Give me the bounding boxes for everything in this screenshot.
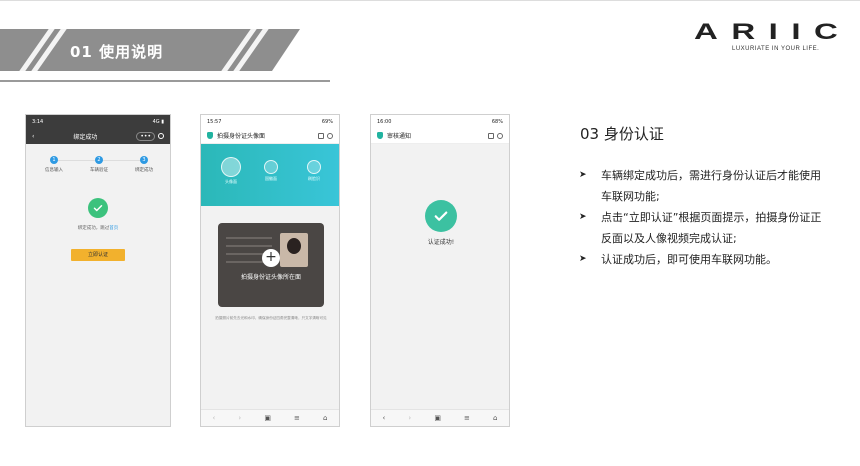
nav-bar: 审核通知 — [371, 128, 509, 144]
forward-icon[interactable]: › — [238, 414, 241, 422]
status-battery: 68% — [491, 118, 503, 125]
more-menu-button[interactable]: ••• — [136, 131, 155, 141]
step-item: 2 车辆验证 — [79, 156, 119, 173]
nav-icons — [318, 132, 333, 139]
bind-success-message: 绑定成功，跳过首页 — [26, 225, 170, 231]
section-title: 03 身份认证 — [580, 125, 664, 143]
slide: 01 使用说明 ARIIC LUXURIATE IN YOUR LIFE. 3:… — [0, 0, 860, 466]
id-back-icon — [264, 160, 278, 174]
brand-logo: ARIIC LUXURIATE IN YOUR LIFE. — [694, 19, 844, 52]
nav-title: 审核通知 — [387, 133, 412, 140]
verify-success-message: 认证成功! — [427, 239, 455, 246]
face-scan-icon — [307, 160, 321, 174]
status-bar: 16:00 68% — [371, 115, 509, 128]
capture-step-front: 头像面 — [216, 157, 246, 185]
phone-screenshot-bind-success: 3:14 4G ▮ ‹ 绑定成功 ••• 1 信息输入 2 车辆验证 3 绑定成… — [25, 114, 171, 427]
instruction-item: 车辆绑定成功后，需进行身份认证后才能使用车联网功能; — [579, 165, 829, 207]
logo-tagline: LUXURIATE IN YOUR LIFE. — [732, 46, 820, 52]
tabs-icon[interactable]: ▣ — [434, 414, 441, 422]
refresh-icon[interactable] — [327, 132, 333, 139]
step-number: 2 — [95, 156, 103, 164]
logo-wordmark: ARIIC — [694, 19, 852, 44]
status-time: 16:00 — [377, 118, 392, 125]
status-bar: 3:14 4G ▮ — [26, 115, 170, 128]
status-time: 15:57 — [207, 118, 222, 125]
menu-icon[interactable]: ≡ — [294, 414, 300, 422]
status-bar: 15:57 69% — [201, 115, 339, 128]
forward-icon[interactable]: › — [408, 414, 411, 422]
bookmark-icon[interactable] — [318, 132, 324, 139]
instruction-item: 点击“立即认证”根据页面提示，拍摄身份证正反面以及人像视频完成认证; — [579, 207, 829, 249]
verify-now-button[interactable]: 立即认证 — [71, 249, 125, 261]
phone-screenshot-id-capture: 15:57 69% 拍摄身份证头像面 头像面 国徽面 刷脸识 + 拍摄身份证头像… — [200, 114, 340, 427]
nav-title: 绑定成功 — [73, 133, 98, 141]
instruction-list: 车辆绑定成功后，需进行身份认证后才能使用车联网功能; 点击“立即认证”根据页面提… — [579, 165, 829, 270]
step-label: 信息输入 — [45, 168, 63, 173]
phone-screenshot-verify-success: 16:00 68% 审核通知 认证成功! ‹ › ▣ ≡ ⌂ — [370, 114, 510, 427]
capture-steps-band: 头像面 国徽面 刷脸识 — [201, 144, 339, 206]
browser-bottom-bar: ‹ › ▣ ≡ ⌂ — [371, 409, 509, 426]
browser-bottom-bar: ‹ › ▣ ≡ ⌂ — [201, 409, 339, 426]
success-check-icon — [425, 200, 457, 232]
bind-success-text: 绑定成功，跳过 — [77, 226, 110, 231]
status-time: 3:14 — [32, 118, 44, 125]
capture-step-face: 刷脸识 — [299, 160, 329, 182]
step-label: 绑定成功 — [135, 168, 153, 173]
page-title: 01 使用说明 — [70, 43, 164, 61]
nav-title: 拍摄身份证头像面 — [217, 133, 266, 140]
bookmark-icon[interactable] — [488, 132, 494, 139]
header-underline — [0, 80, 330, 82]
add-photo-icon[interactable]: + — [262, 249, 280, 267]
home-icon[interactable]: ⌂ — [323, 414, 327, 422]
close-mini-program-icon[interactable] — [158, 133, 164, 139]
progress-steps: 1 信息输入 2 车辆验证 3 绑定成功 — [26, 156, 170, 182]
capture-step-label: 头像面 — [225, 179, 237, 184]
nav-icons — [488, 132, 503, 139]
nav-bar: ‹ 绑定成功 ••• — [26, 128, 170, 144]
home-link[interactable]: 首页 — [109, 226, 118, 231]
status-signal: 4G ▮ — [152, 118, 164, 125]
capture-tip: 拍摄照片前先去光和水印，确保身份证四角完整清晰，只文字清晰可见 — [215, 316, 327, 320]
shield-icon — [377, 132, 383, 139]
back-icon[interactable]: ‹ — [213, 414, 216, 422]
instruction-item: 认证成功后，即可使用车联网功能。 — [579, 249, 829, 270]
home-icon[interactable]: ⌂ — [493, 414, 497, 422]
step-number: 1 — [50, 156, 58, 164]
step-number: 3 — [140, 156, 148, 164]
status-battery: 69% — [321, 118, 333, 125]
capture-step-back: 国徽面 — [256, 160, 286, 182]
id-card-portrait — [280, 233, 308, 267]
nav-bar: 拍摄身份证头像面 — [201, 128, 339, 144]
refresh-icon[interactable] — [497, 132, 503, 139]
tabs-icon[interactable]: ▣ — [264, 414, 271, 422]
shield-icon — [207, 132, 213, 139]
step-label: 车辆验证 — [90, 168, 108, 173]
menu-icon[interactable]: ≡ — [464, 414, 470, 422]
success-check-icon — [88, 198, 108, 218]
id-front-icon — [221, 157, 241, 177]
back-icon[interactable]: ‹ — [383, 414, 386, 422]
step-item: 3 绑定成功 — [124, 156, 164, 173]
step-item: 1 信息输入 — [34, 156, 74, 173]
capture-step-label: 国徽面 — [265, 176, 277, 181]
capture-hint: 拍摄身份证头像所在面 — [240, 274, 301, 281]
capture-step-label: 刷脸识 — [308, 176, 320, 181]
id-card-capture-area[interactable]: + 拍摄身份证头像所在面 — [218, 223, 324, 307]
